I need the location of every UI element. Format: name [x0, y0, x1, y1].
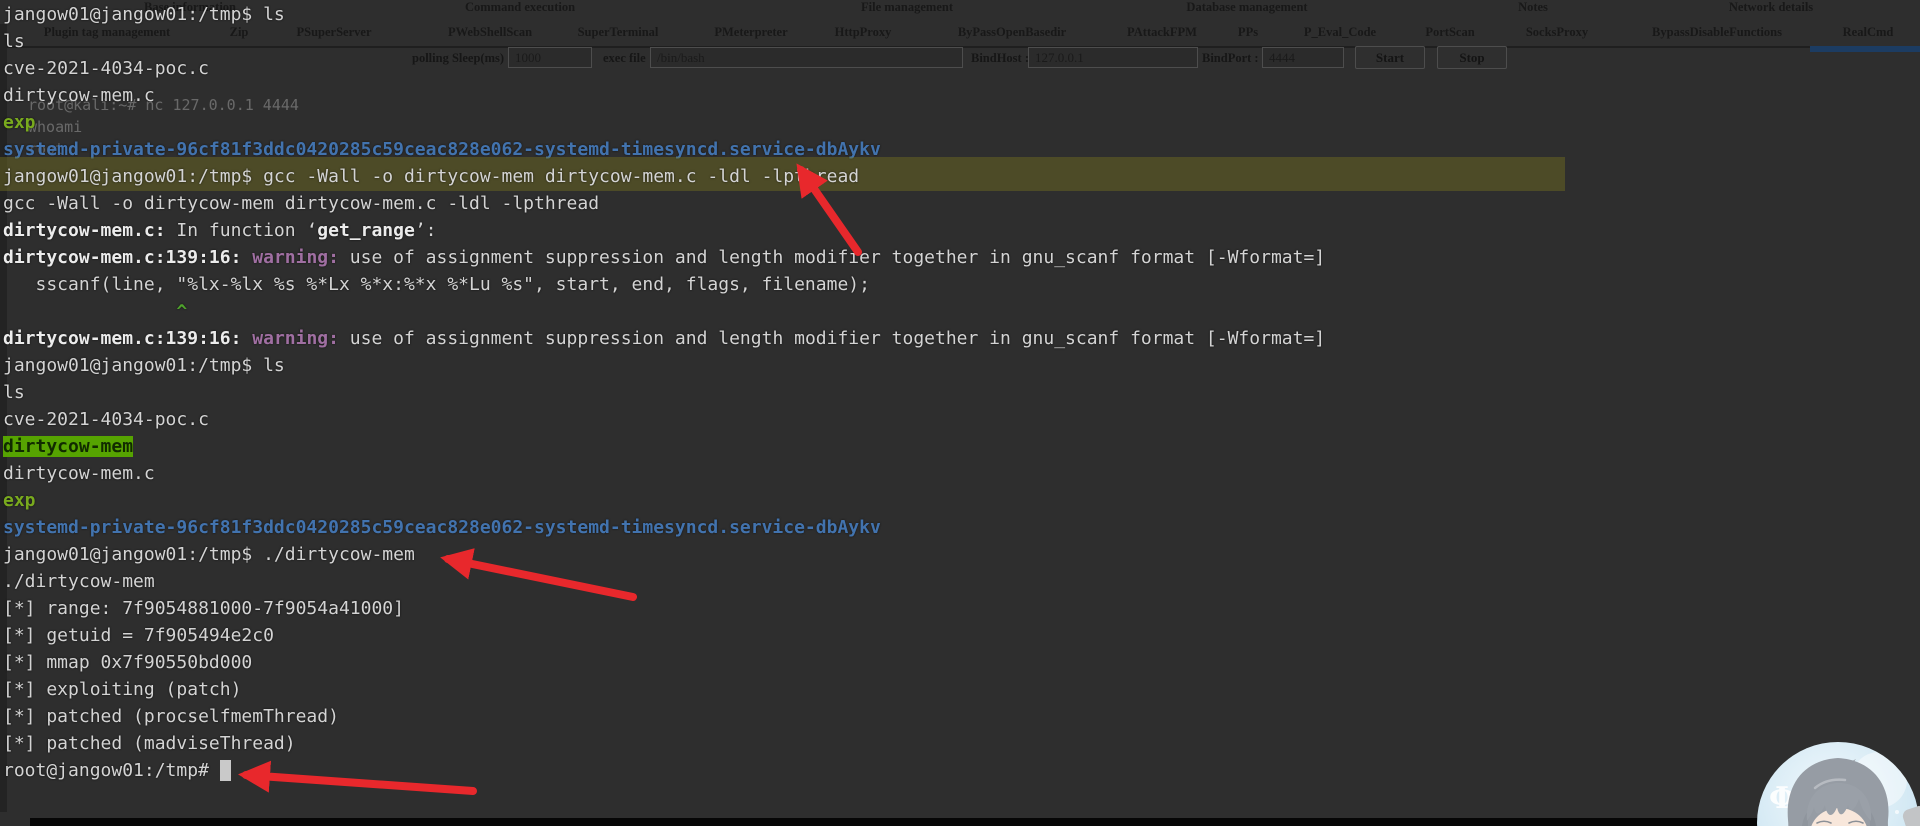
- terminal-bottom-edge: [30, 818, 1920, 826]
- terminal-line: root@jangow01:/tmp#: [3, 757, 1325, 784]
- main-tab[interactable]: Notes: [1518, 0, 1548, 14]
- terminal-line: systemd-private-96cf81f3ddc0420285c59cea…: [3, 517, 881, 538]
- plugin-tab[interactable]: BypassDisableFunctions: [1652, 22, 1782, 42]
- terminal-line: dirtycow-mem.c:139:16: warning: use of a…: [3, 328, 1326, 349]
- terminal-line: [*] exploiting (patch): [3, 679, 242, 700]
- terminal-line: dirtycow-mem.c: In function ‘get_range’:: [3, 220, 437, 241]
- terminal-line: gcc -Wall -o dirtycow-mem dirtycow-mem.c…: [3, 193, 600, 214]
- active-tab-indicator: [1810, 46, 1920, 52]
- terminal-line: cve-2021-4034-poc.c: [3, 58, 209, 79]
- terminal-line: [*] range: 7f9054881000-7f9054a41000]: [3, 598, 404, 619]
- plugin-tab[interactable]: SocksProxy: [1526, 22, 1588, 42]
- stop-button[interactable]: Stop: [1437, 46, 1507, 69]
- terminal-line: jangow01@jangow01:/tmp$ gcc -Wall -o dir…: [0, 157, 1566, 191]
- terminal-line: [*] mmap 0x7f90550bd000: [3, 652, 253, 673]
- terminal-line: [*] patched (procselfmemThread): [3, 706, 339, 727]
- terminal-line: dirtycow-mem.c:139:16: warning: use of a…: [3, 247, 1326, 268]
- terminal-line: dirtycow-mem: [3, 436, 134, 457]
- terminal-line: ls: [3, 382, 25, 403]
- plugin-tab[interactable]: PortScan: [1425, 22, 1474, 42]
- terminal-line: exp: [3, 490, 36, 511]
- terminal-line: dirtycow-mem.c: [3, 85, 155, 106]
- terminal-line: exp: [3, 112, 36, 133]
- main-tab[interactable]: Network details: [1729, 0, 1813, 14]
- plugin-tab[interactable]: RealCmd: [1843, 22, 1894, 42]
- terminal-line: jangow01@jangow01:/tmp$ ls: [3, 355, 285, 376]
- terminal-line: [*] getuid = 7f905494e2c0: [3, 625, 274, 646]
- terminal-line: cve-2021-4034-poc.c: [3, 409, 209, 430]
- terminal-line: ./dirtycow-mem: [3, 571, 155, 592]
- terminal-line: jangow01@jangow01:/tmp$ ls: [3, 4, 285, 25]
- terminal-line: jangow01@jangow01:/tmp$ ./dirtycow-mem: [3, 544, 415, 565]
- terminal-line: dirtycow-mem.c: [3, 463, 155, 484]
- terminal-line: ls: [3, 31, 25, 52]
- terminal-output[interactable]: jangow01@jangow01:/tmp$ ls ls cve-2021-403…: [0, 1, 1566, 784]
- terminal-line: sscanf(line, "%lx-%lx %s %*Lx %*x:%*x %*…: [3, 274, 870, 295]
- start-button[interactable]: Start: [1355, 46, 1425, 69]
- anime-avatar: Φ °, ☾ ✿: [1757, 742, 1919, 826]
- terminal-line: [*] patched (madviseThread): [3, 733, 296, 754]
- terminal-line: ^: [176, 301, 188, 322]
